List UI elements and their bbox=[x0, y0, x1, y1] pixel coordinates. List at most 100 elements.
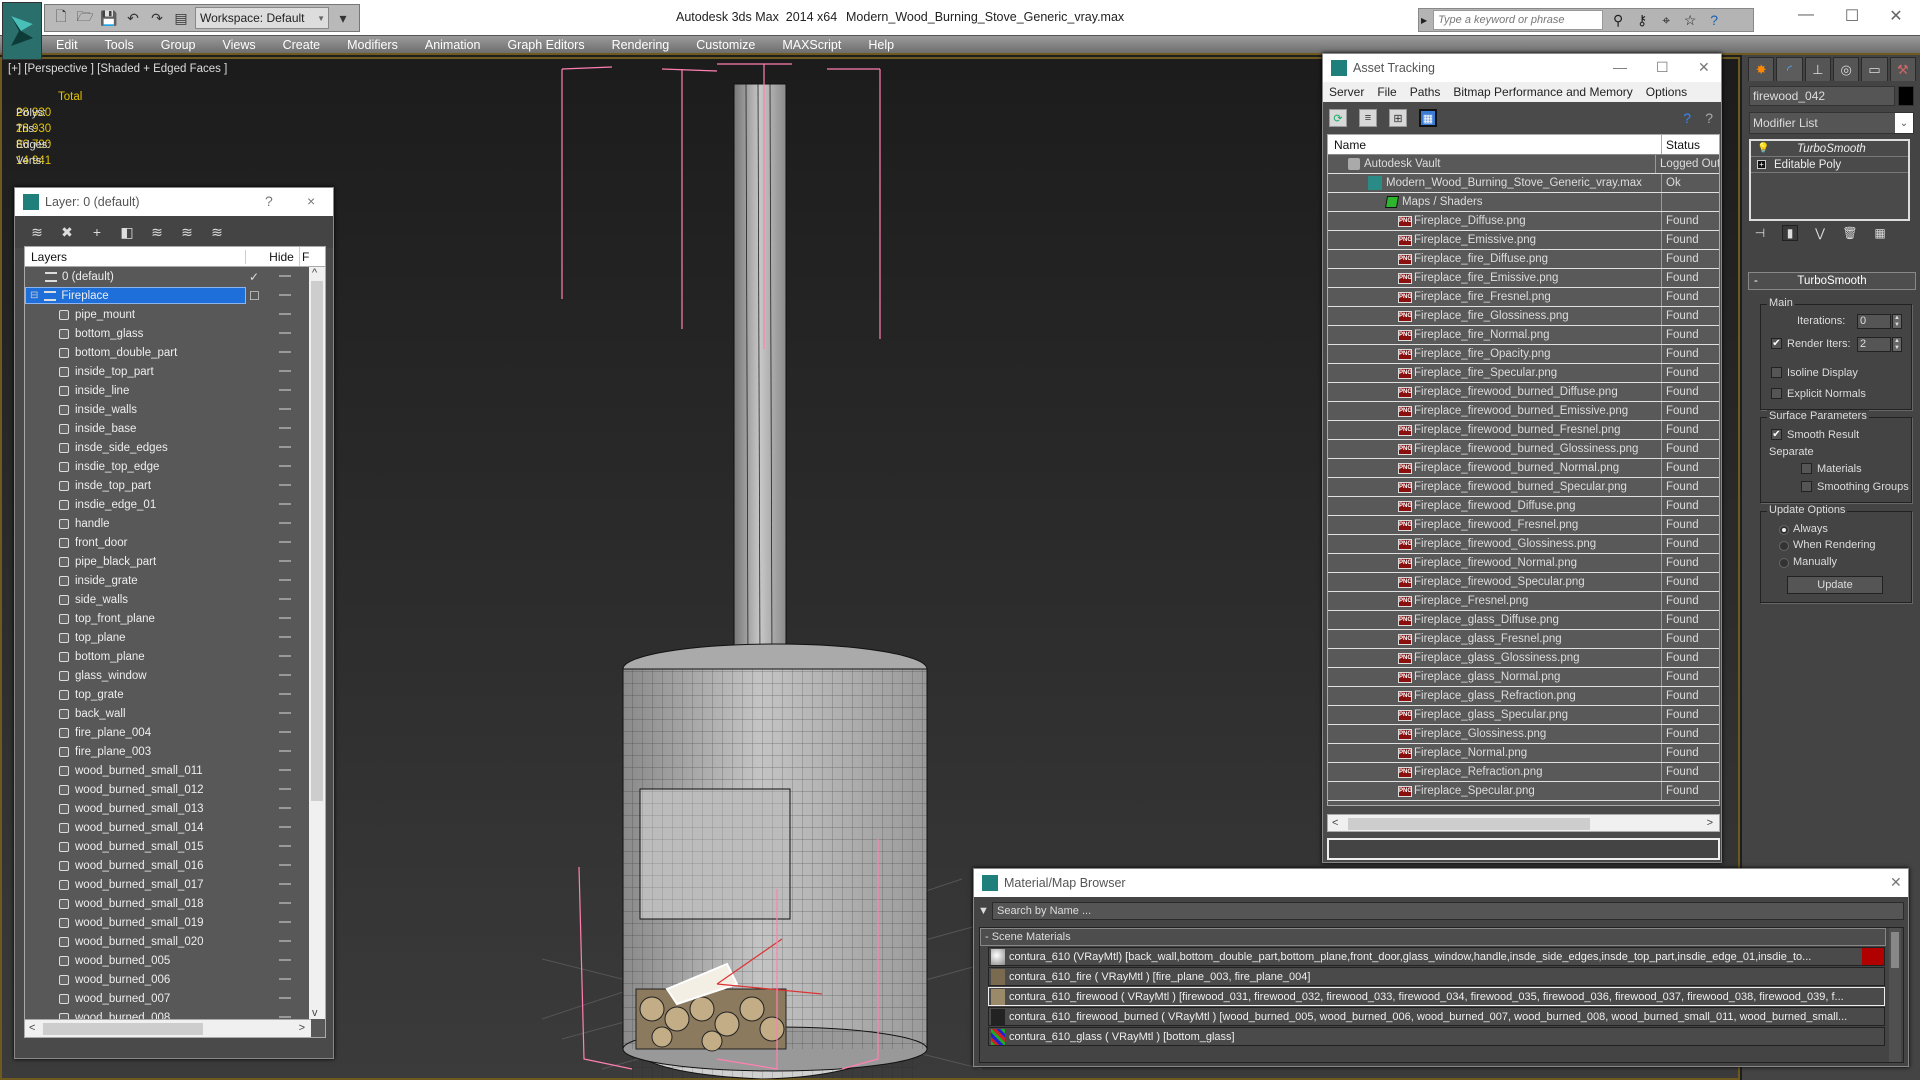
layer-object-row[interactable]: wood_burned_005 bbox=[25, 951, 325, 970]
asset-row-map[interactable]: PNG Fireplace_glass_Diffuse.png Found bbox=[1328, 611, 1719, 630]
asset-row-map[interactable]: PNG Fireplace_firewood_Fresnel.png Found bbox=[1328, 516, 1719, 535]
asset-row-map[interactable]: PNG Fireplace_firewood_burned_Normal.png F… bbox=[1328, 459, 1719, 478]
active-checkbox[interactable]: ☐ bbox=[249, 289, 260, 303]
make-unique-icon[interactable]: ⋁ bbox=[1812, 226, 1828, 240]
help-icon[interactable]: ? bbox=[1705, 12, 1723, 28]
asset-row-maps-folder[interactable]: Maps / Shaders bbox=[1328, 193, 1719, 212]
scroll-thumb[interactable] bbox=[311, 281, 323, 801]
help-button[interactable]: ? bbox=[265, 193, 273, 209]
asset-row-map[interactable]: PNG Fireplace_Refraction.png Found bbox=[1328, 763, 1719, 782]
scene-materials-header[interactable]: - Scene Materials bbox=[980, 928, 1886, 946]
separate-smoothing-groups-checkbox[interactable] bbox=[1801, 481, 1812, 492]
asset-row-map[interactable]: PNG Fireplace_firewood_burned_Specular.pn… bbox=[1328, 478, 1719, 497]
horizontal-scrollbar[interactable]: < > bbox=[1327, 814, 1720, 832]
menu-edit[interactable]: Edit bbox=[56, 38, 78, 52]
menu-help[interactable]: Help bbox=[868, 38, 894, 52]
menu-options[interactable]: Options bbox=[1646, 85, 1687, 99]
explicit-normals-checkbox[interactable] bbox=[1771, 388, 1782, 399]
open-icon[interactable]: 🗁 bbox=[75, 8, 95, 27]
menu-server[interactable]: Server bbox=[1329, 85, 1364, 99]
workspace-dropdown[interactable]: Workspace: Default ▼ bbox=[195, 7, 329, 29]
minimize-button[interactable]: — bbox=[1786, 6, 1826, 24]
scroll-left-icon[interactable]: < bbox=[29, 1022, 35, 1034]
close-button[interactable]: ✕ bbox=[1876, 6, 1916, 26]
hide-toggle[interactable] bbox=[279, 617, 291, 619]
hide-toggle[interactable] bbox=[279, 712, 291, 714]
asset-row-map[interactable]: PNG Fireplace_fire_Specular.png Found bbox=[1328, 364, 1719, 383]
remove-modifier-icon[interactable]: 🗑 bbox=[1842, 226, 1858, 240]
layer-object-row[interactable]: top_front_plane bbox=[25, 609, 325, 628]
render-iters-checkbox[interactable]: ✔ bbox=[1771, 338, 1782, 349]
column-status[interactable]: Status bbox=[1662, 135, 1700, 154]
asset-row-map[interactable]: PNG Fireplace_firewood_burned_Diffuse.png… bbox=[1328, 383, 1719, 402]
layer-object-row[interactable]: wood_burned_small_011 bbox=[25, 761, 325, 780]
hide-toggle[interactable] bbox=[279, 389, 291, 391]
collapse-icon[interactable]: ⊟ bbox=[30, 290, 38, 301]
minimize-button[interactable]: — bbox=[1613, 59, 1627, 75]
expand-icon[interactable]: + bbox=[1757, 160, 1766, 169]
asset-row-map[interactable]: PNG Fireplace_Specular.png Found bbox=[1328, 782, 1719, 801]
asset-row-map[interactable]: PNG Fireplace_glass_Normal.png Found bbox=[1328, 668, 1719, 687]
asset-row-map[interactable]: PNG Fireplace_firewood_Specular.png Found bbox=[1328, 573, 1719, 592]
toolbar-overflow-icon[interactable]: ▾ bbox=[333, 9, 353, 27]
help-disabled-icon[interactable]: ? bbox=[1705, 110, 1713, 126]
hide-toggle[interactable] bbox=[279, 522, 291, 524]
layer-object-row[interactable]: bottom_glass bbox=[25, 324, 325, 343]
close-button[interactable]: × bbox=[307, 193, 315, 209]
hide-toggle[interactable] bbox=[279, 693, 291, 695]
layer-object-row[interactable]: fire_plane_004 bbox=[25, 723, 325, 742]
scroll-right-icon[interactable]: > bbox=[299, 1022, 305, 1034]
hide-toggle[interactable] bbox=[279, 275, 291, 277]
layer-object-row[interactable]: pipe_mount bbox=[25, 305, 325, 324]
maximize-button[interactable]: ☐ bbox=[1656, 59, 1669, 76]
binoculars-icon[interactable]: ⚲ bbox=[1609, 12, 1627, 29]
tree-view-icon[interactable]: ⊞ bbox=[1389, 109, 1407, 127]
vertical-scrollbar[interactable] bbox=[1889, 928, 1901, 1062]
hide-toggle[interactable] bbox=[279, 769, 291, 771]
material-row[interactable]: contura_610_firewood ( VRayMtl ) [firewo… bbox=[988, 987, 1885, 1006]
new-icon[interactable]: 🗋 bbox=[51, 8, 71, 27]
stack-item-editable-poly[interactable]: + Editable Poly bbox=[1751, 157, 1908, 173]
create-icon[interactable]: ✸ bbox=[1748, 57, 1775, 81]
asset-row-map[interactable]: PNG Fireplace_firewood_burned_Fresnel.png… bbox=[1328, 421, 1719, 440]
scroll-thumb[interactable] bbox=[1348, 818, 1590, 830]
update-button[interactable]: Update bbox=[1787, 576, 1883, 594]
layer-object-row[interactable]: insdie_top_edge bbox=[25, 457, 325, 476]
star-icon[interactable]: ☆ bbox=[1681, 12, 1699, 29]
layer-object-row[interactable]: handle bbox=[25, 514, 325, 533]
hide-toggle[interactable] bbox=[279, 940, 291, 942]
list-view-icon[interactable]: ≡ bbox=[1359, 109, 1377, 127]
spinner-arrows-icon[interactable]: ▲ ▼ bbox=[1892, 314, 1902, 329]
hide-toggle[interactable] bbox=[279, 636, 291, 638]
asset-row-map[interactable]: PNG Fireplace_glass_Refraction.png Found bbox=[1328, 687, 1719, 706]
layer-object-row[interactable]: pipe_black_part bbox=[25, 552, 325, 571]
select-objects-icon[interactable]: ◧ bbox=[119, 224, 135, 240]
close-button[interactable]: ✕ bbox=[1890, 874, 1902, 891]
rollout-header[interactable]: - TurboSmooth bbox=[1748, 272, 1916, 290]
show-end-result-icon[interactable]: ▮ bbox=[1782, 225, 1798, 241]
hide-toggle[interactable] bbox=[279, 332, 291, 334]
asset-row-map[interactable]: PNG Fireplace_Emissive.png Found bbox=[1328, 231, 1719, 250]
layer-object-row[interactable]: wood_burned_007 bbox=[25, 989, 325, 1008]
lightbulb-icon[interactable]: 💡 bbox=[1757, 143, 1769, 154]
project-folder-icon[interactable]: ▤ bbox=[171, 9, 191, 27]
hide-toggle[interactable] bbox=[279, 807, 291, 809]
menu-graph-editors[interactable]: Graph Editors bbox=[507, 38, 584, 52]
material-row[interactable]: contura_610_fire ( VRayMtl ) [fire_plane… bbox=[988, 967, 1885, 986]
asset-row-map[interactable]: PNG Fireplace_fire_Glossiness.png Found bbox=[1328, 307, 1719, 326]
hide-toggle[interactable] bbox=[279, 921, 291, 923]
stack-item-turbosmooth[interactable]: 💡 TurboSmooth bbox=[1751, 141, 1908, 157]
asset-row-map[interactable]: PNG Fireplace_Fresnel.png Found bbox=[1328, 592, 1719, 611]
menu-animation[interactable]: Animation bbox=[425, 38, 481, 52]
material-row[interactable]: contura_610_firewood_burned ( VRayMtl ) … bbox=[988, 1007, 1885, 1026]
asset-row-map[interactable]: PNG Fireplace_fire_Diffuse.png Found bbox=[1328, 250, 1719, 269]
active-checkmark-icon[interactable]: ✓ bbox=[249, 270, 259, 284]
material-row[interactable]: contura_610_glass ( VRayMtl ) [bottom_gl… bbox=[988, 1027, 1885, 1046]
hide-toggle[interactable] bbox=[279, 465, 291, 467]
menu-rendering[interactable]: Rendering bbox=[612, 38, 670, 52]
hide-toggle[interactable] bbox=[279, 864, 291, 866]
layer-object-row[interactable]: insde_top_part bbox=[25, 476, 325, 495]
add-to-layer-icon[interactable]: + bbox=[89, 224, 105, 240]
satellite-icon[interactable]: ⌖ bbox=[1657, 12, 1675, 29]
layer-object-row[interactable]: wood_burned_small_019 bbox=[25, 913, 325, 932]
